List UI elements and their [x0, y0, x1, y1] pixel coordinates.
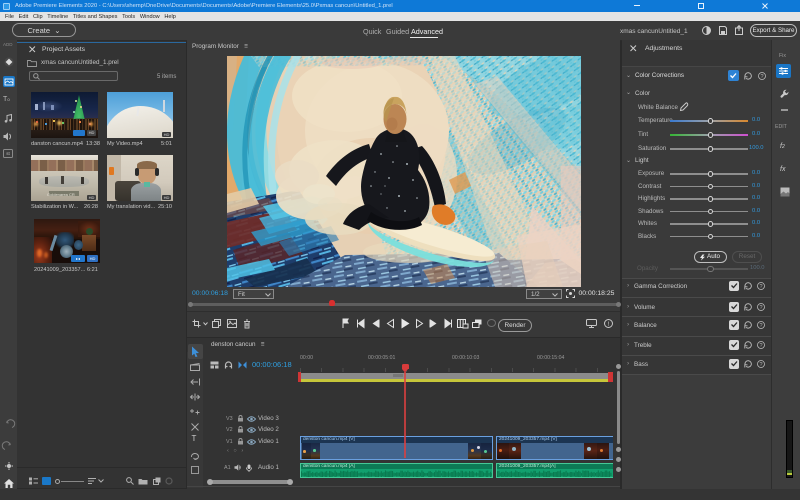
svg-text:?: ?: [760, 74, 763, 80]
svg-text:!: !: [608, 321, 610, 328]
svg-text:?: ?: [759, 284, 762, 290]
svg-text:?: ?: [759, 362, 762, 368]
svg-text:?: ?: [759, 305, 762, 311]
svg-text:?: ?: [759, 323, 762, 329]
svg-text:?: ?: [759, 343, 762, 349]
